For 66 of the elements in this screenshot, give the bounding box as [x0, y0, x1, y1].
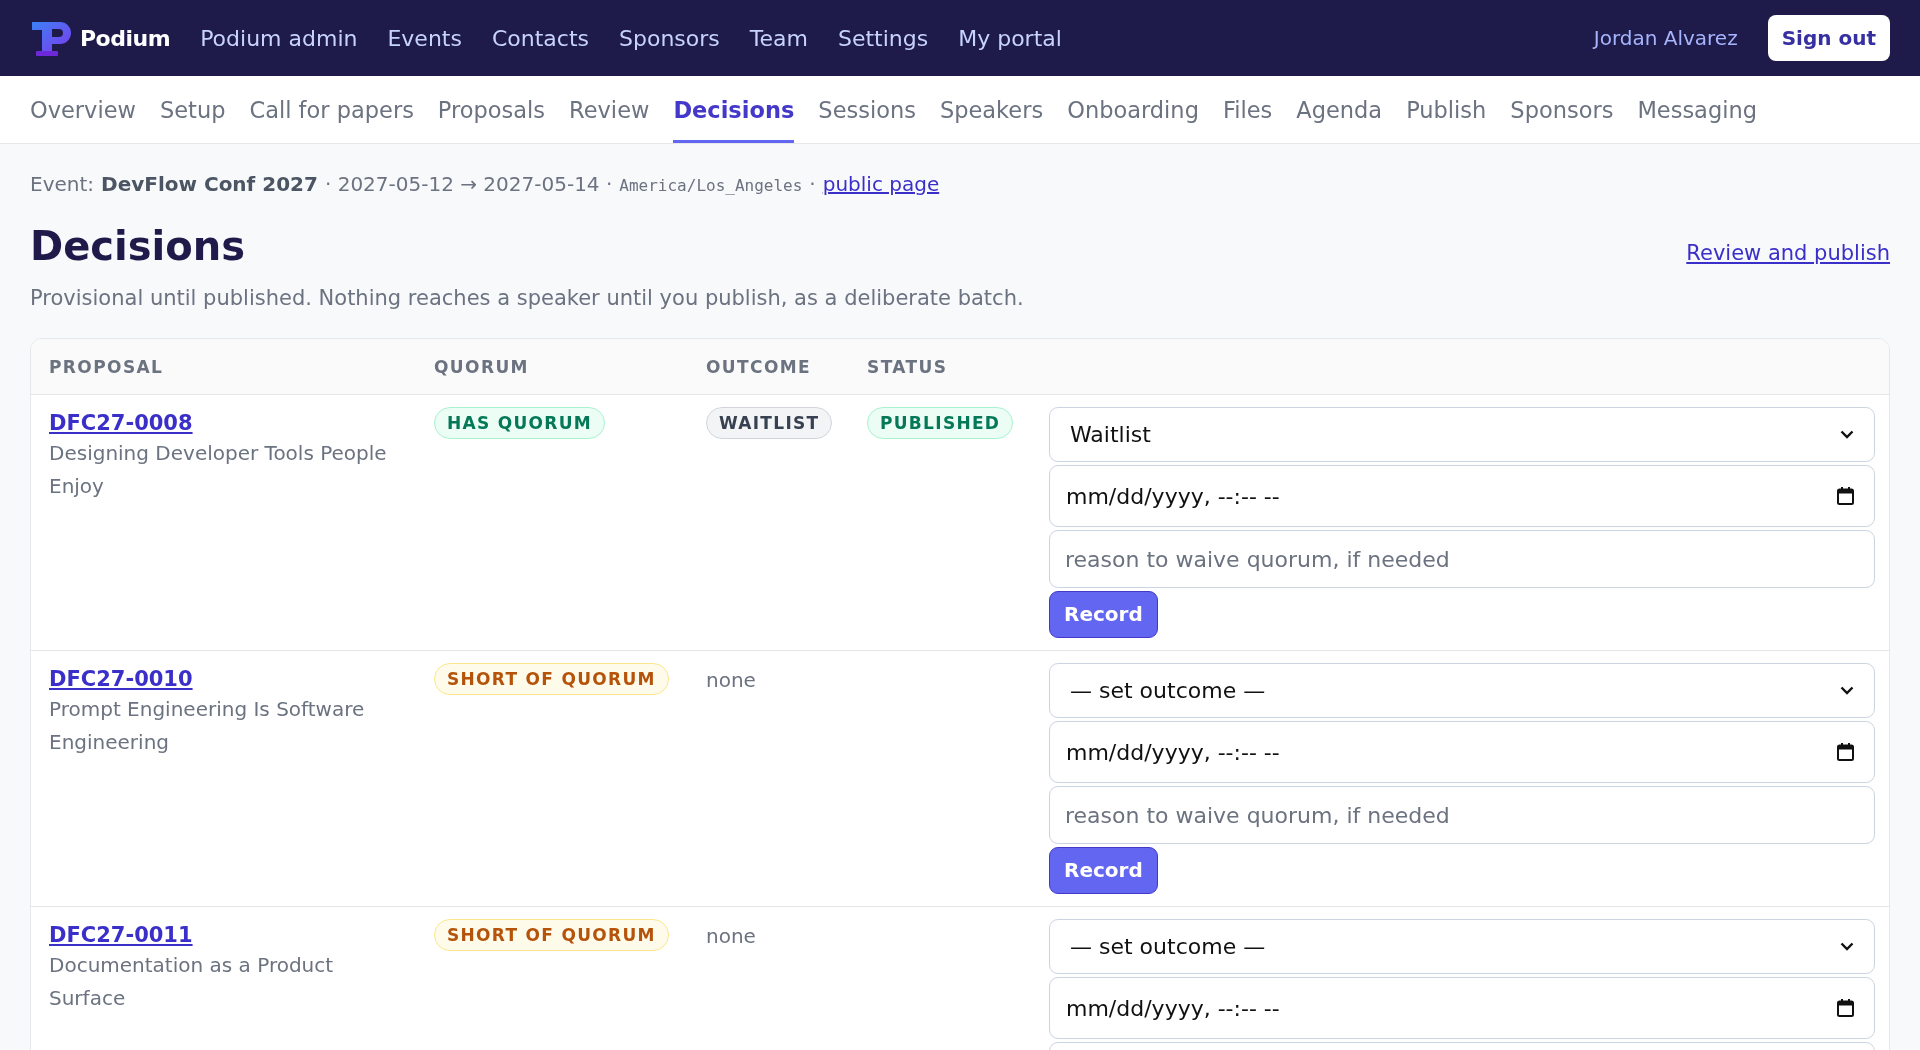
proposal-link[interactable]: DFC27-0008	[49, 411, 193, 435]
date-time-field[interactable]: mm/dd/yyyy, --:-- --	[1049, 465, 1875, 527]
chevron-down-icon	[1840, 430, 1854, 439]
separator-dot: ·	[809, 172, 816, 196]
outcome-dropdown[interactable]: Waitlist	[1049, 407, 1875, 462]
section-tab[interactable]: Sponsors	[1510, 76, 1614, 143]
section-tab[interactable]: Overview	[30, 76, 136, 143]
outcome-dropdown[interactable]: — set outcome —	[1049, 919, 1875, 974]
section-tab[interactable]: Decisions	[673, 76, 795, 143]
page-subtitle: Provisional until published. Nothing reaches a speaker until you publish, as a deliberate batch.	[30, 286, 1025, 310]
nav-link[interactable]: My portal	[958, 25, 1062, 51]
event-name: DevFlow Conf 2027	[101, 172, 318, 196]
column-header: PROPOSAL	[49, 356, 165, 377]
chevron-down-icon	[1840, 686, 1854, 695]
calendar-icon	[1837, 743, 1854, 761]
quorum-badge: SHORT OF QUORUM	[434, 919, 669, 951]
section-tab[interactable]: Onboarding	[1067, 76, 1199, 143]
outcome-dropdown[interactable]: — set outcome —	[1049, 663, 1875, 718]
date-time-field[interactable]: mm/dd/yyyy, --:-- --	[1049, 721, 1875, 783]
section-tab[interactable]: Sessions	[818, 76, 916, 143]
section-tab[interactable]: Review	[569, 76, 650, 143]
event-dates: · 2027-05-12 → 2027-05-14 ·	[324, 172, 613, 196]
proposal-title: Prompt Engineering Is Software Engineering	[49, 696, 366, 756]
proposal-link[interactable]: DFC27-0010	[49, 667, 193, 691]
section-tab[interactable]: Messaging	[1637, 76, 1757, 143]
quorum-badge: HAS QUORUM	[434, 407, 606, 439]
page-title: Decisions	[30, 223, 246, 269]
status-badge: PUBLISHED	[867, 407, 1014, 439]
reason-field[interactable]: reason to waive quorum, if needed	[1049, 786, 1875, 844]
calendar-icon	[1837, 487, 1854, 505]
section-tab[interactable]: Call for papers	[249, 76, 414, 143]
section-tab[interactable]: Proposals	[437, 76, 546, 143]
sign-out-button[interactable]: Sign out	[1767, 15, 1890, 61]
brand-name[interactable]: Podium	[80, 25, 171, 51]
nav-link[interactable]: Podium admin	[200, 25, 358, 51]
outcome-text: none	[706, 923, 756, 950]
nav-link[interactable]: Contacts	[491, 25, 589, 51]
nav-link[interactable]: Settings	[837, 25, 929, 51]
section-tab[interactable]: Agenda	[1296, 76, 1383, 143]
section-tab[interactable]: Files	[1222, 76, 1273, 143]
chevron-down-icon	[1840, 942, 1854, 951]
public-page-link[interactable]: public page	[822, 172, 940, 196]
column-header: QUORUM	[434, 356, 530, 377]
proposal-title: Documentation as a Product Surface	[49, 952, 335, 1012]
event-timezone: America/Los_Angeles	[619, 176, 803, 195]
user-name: Jordan Alvarez	[1593, 26, 1738, 50]
record-button[interactable]: Record	[1049, 847, 1158, 894]
nav-link[interactable]: Team	[749, 25, 808, 51]
quorum-badge: SHORT OF QUORUM	[434, 663, 669, 695]
event-label: Event:	[30, 172, 95, 196]
record-button[interactable]: Record	[1049, 591, 1158, 638]
section-tab[interactable]: Publish	[1406, 76, 1487, 143]
review-and-publish-link[interactable]: Review and publish	[1686, 241, 1890, 265]
reason-field[interactable]: reason to waive quorum, if needed	[1049, 530, 1875, 588]
outcome-badge: WAITLIST	[706, 407, 833, 439]
column-header: STATUS	[867, 356, 949, 377]
column-header: OUTCOME	[706, 356, 813, 377]
nav-link[interactable]: Events	[387, 25, 462, 51]
section-tab[interactable]: Setup	[159, 76, 226, 143]
section-tab[interactable]: Speakers	[939, 76, 1044, 143]
nav-link[interactable]: Sponsors	[619, 25, 720, 51]
calendar-icon	[1837, 999, 1854, 1017]
proposal-link[interactable]: DFC27-0011	[49, 923, 193, 947]
outcome-text: none	[706, 667, 756, 694]
date-time-field[interactable]: mm/dd/yyyy, --:-- --	[1049, 977, 1875, 1039]
proposal-title: Designing Developer Tools People Enjoy	[49, 440, 388, 500]
